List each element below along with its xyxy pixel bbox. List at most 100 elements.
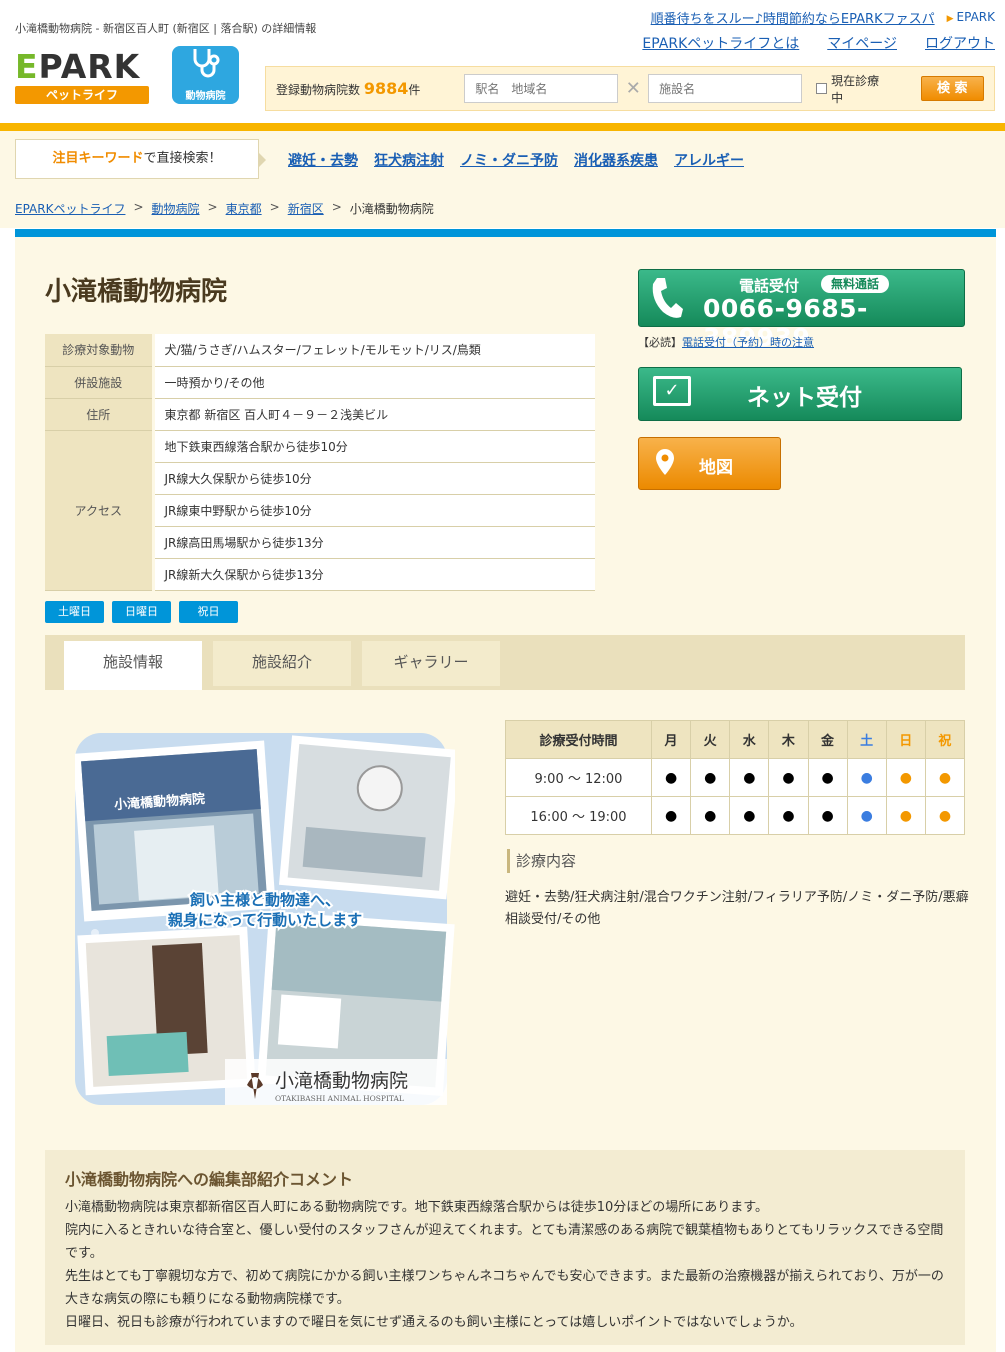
registered-prefix: 登録動物病院数 [276, 83, 361, 97]
day-header: 水 [729, 720, 770, 759]
keyword-link[interactable]: 消化器系疾患 [574, 150, 658, 170]
registered-suffix: 件 [408, 83, 421, 97]
logout-link[interactable]: ログアウト [925, 33, 995, 53]
hours-mark: ● [768, 758, 809, 797]
breadcrumb-current: 小滝橋動物病院 [349, 202, 434, 216]
hours-mark: ● [650, 758, 692, 797]
day-badge: 土曜日 [45, 601, 104, 623]
registered-number: 9884 [363, 79, 409, 98]
hours-mark: ● [846, 758, 887, 797]
info-label: アクセス [45, 430, 155, 591]
tab-gallery[interactable]: ギャラリー [362, 641, 500, 686]
breadcrumb-separator: > [207, 200, 218, 214]
triangle-icon: ▶ [946, 14, 954, 24]
breadcrumb-separator: > [269, 200, 280, 214]
registered-count: 登録動物病院数 9884件 [276, 79, 464, 98]
epark-link[interactable]: EPARK [957, 10, 995, 24]
mypage-link[interactable]: マイページ [827, 33, 897, 53]
tab-facility-intro[interactable]: 施設紹介 [213, 641, 351, 686]
site-header: 小滝橋動物病院 - 新宿区百人町 (新宿区 | 落合駅) の詳細情報 順番待ちを… [0, 0, 1005, 123]
hours-mark: ● [729, 758, 770, 797]
logo-subtitle: ペットライフ [15, 86, 149, 104]
day-header: 土 [846, 720, 887, 759]
hours-time: 9:00 ～ 12:00 [505, 758, 652, 797]
search-bar: 登録動物病院数 9884件 ✕ 現在診療中 検 索 [265, 66, 995, 111]
editor-comment: 小滝橋動物病院への編集部紹介コメント 小滝橋動物病院は東京都新宿区百人町にある動… [45, 1150, 965, 1345]
hours-row: 9:00 ～ 12:00 ● ● ● ● ● ● ● ● [505, 758, 966, 797]
hours-table: 診療受付時間 月 火 水 木 金 土 日 祝 9:00 ～ 12:00 ● ● … [505, 720, 966, 835]
header-divider [0, 123, 1005, 131]
keyword-link[interactable]: 避妊・去勢 [288, 150, 358, 170]
day-header: 火 [690, 720, 731, 759]
clear-icon[interactable]: ✕ [618, 78, 648, 99]
station-input[interactable] [464, 74, 619, 103]
info-value: 東京都 新宿区 百人町４－９－２浅美ビル [153, 398, 595, 431]
editor-comment-paragraph: 先生はとても丁寧親切な方で、初めて病院にかかる飼い主様ワンちゃんネコちゃんでも安… [65, 1269, 944, 1307]
net-reservation-label: ネット受付 [747, 385, 862, 411]
info-label: 併設施設 [45, 366, 155, 399]
clinic-detail: 小滝橋動物病院 診療対象動物 犬/猫/うさぎ/ハムスター/フェレット/モルモット/… [15, 237, 996, 1352]
info-label: 診療対象動物 [45, 334, 155, 367]
keyword-band: 注目キーワードで直接検索！ 避妊・去勢 狂犬病注射 ノミ・ダニ予防 消化器系疾患… [0, 131, 1005, 188]
map-button[interactable]: 地図 [638, 437, 781, 490]
phone-button[interactable]: 電話受付 無料通話 0066-9685-389939 [638, 269, 965, 352]
map-pin-icon [655, 448, 675, 484]
about-link[interactable]: EPARKペットライフとは [642, 33, 799, 53]
open-now-checkbox[interactable]: 現在診療中 [816, 72, 890, 106]
day-badge: 日曜日 [112, 601, 171, 623]
phone-note: 【必読】電話受付（予約）時の注意 [638, 334, 814, 350]
clinic-photo-collage: 小滝橋動物病院 飼い主様と動物達へ、 親身になって行動いたします 小滝橋動物病院… [72, 733, 460, 1113]
day-header: 祝 [924, 720, 966, 759]
breadcrumb-separator: > [133, 200, 144, 214]
keyword-link[interactable]: ノミ・ダニ予防 [460, 150, 558, 170]
logo-word: PARK [38, 47, 141, 86]
phone-note-link[interactable]: 電話受付（予約）時の注意 [682, 336, 814, 349]
day-header: 金 [807, 720, 848, 759]
clinic-name: 小滝橋動物病院 [45, 277, 228, 307]
tab-facility-info[interactable]: 施設情報 [64, 641, 202, 690]
keyword-label-rest: で直接検索！ [143, 151, 222, 166]
hours-mark: ● [807, 796, 848, 835]
hours-mark: ● [729, 796, 770, 835]
promo-link[interactable]: 順番待ちをスルー♪時間節約ならEPARKファスパ [651, 8, 935, 27]
hours-mark: ● [690, 796, 731, 835]
keyword-link[interactable]: アレルギー [674, 150, 744, 170]
epark-logo[interactable]: EPARK ペットライフ [15, 50, 151, 106]
keyword-label: 注目キーワードで直接検索！ [15, 139, 266, 179]
access-item: JR線東中野駅から徒歩10分 [153, 494, 595, 527]
breadcrumb-link[interactable]: 動物病院 [152, 200, 200, 216]
hours-mark: ● [807, 758, 848, 797]
net-reservation-button[interactable]: ✓ ネット受付 [638, 367, 962, 421]
tabs: 施設情報 施設紹介 ギャラリー [45, 635, 965, 690]
access-item: JR線新大久保駅から徒歩13分 [153, 558, 595, 591]
map-label: 地図 [699, 458, 733, 478]
hours-header: 診療受付時間 [505, 720, 652, 759]
breadcrumb-link[interactable]: 東京都 [226, 200, 262, 216]
day-badge: 祝日 [179, 601, 238, 623]
phone-icon [649, 276, 685, 329]
facility-input[interactable] [648, 74, 803, 103]
editor-comment-paragraph: 小滝橋動物病院は東京都新宿区百人町にある動物病院です。地下鉄東西線落合駅からは徒… [65, 1200, 768, 1215]
editor-comment-paragraph: 日曜日、祝日も診療が行われていますので曜日を気にせず通えるのも飼い主様にとっては… [65, 1315, 803, 1330]
day-header: 木 [768, 720, 809, 759]
keyword-link[interactable]: 狂犬病注射 [374, 150, 444, 170]
access-item: JR線高田馬場駅から徒歩13分 [153, 526, 595, 559]
search-button[interactable]: 検 索 [920, 76, 984, 101]
hours-time: 16:00 ～ 19:00 [505, 796, 652, 835]
open-now-label: 現在診療中 [831, 73, 880, 105]
photo-caption-line1: 飼い主様と動物達へ、 [189, 891, 340, 909]
animal-hospital-badge[interactable]: 動物病院 [172, 46, 239, 104]
free-call-badge: 無料通話 [821, 275, 890, 293]
breadcrumb-link[interactable]: EPARKペットライフ [15, 200, 125, 216]
breadcrumb-link[interactable]: 新宿区 [288, 200, 324, 216]
hours-mark: ● [924, 796, 966, 835]
phone-label: 電話受付 [739, 277, 800, 295]
hours-mark: ● [768, 796, 809, 835]
info-value: 一時預かり/その他 [153, 366, 595, 399]
stethoscope-icon [172, 46, 239, 87]
hours-mark: ● [924, 758, 966, 797]
checkbox-box[interactable] [816, 83, 828, 94]
services-text: 避妊・去勢/狂犬病注射/混合ワクチン注射/フィラリア予防/ノミ・ダニ予防/悪癖相… [505, 890, 969, 927]
breadcrumb-separator: > [331, 200, 342, 214]
badge-label: 動物病院 [185, 91, 226, 102]
